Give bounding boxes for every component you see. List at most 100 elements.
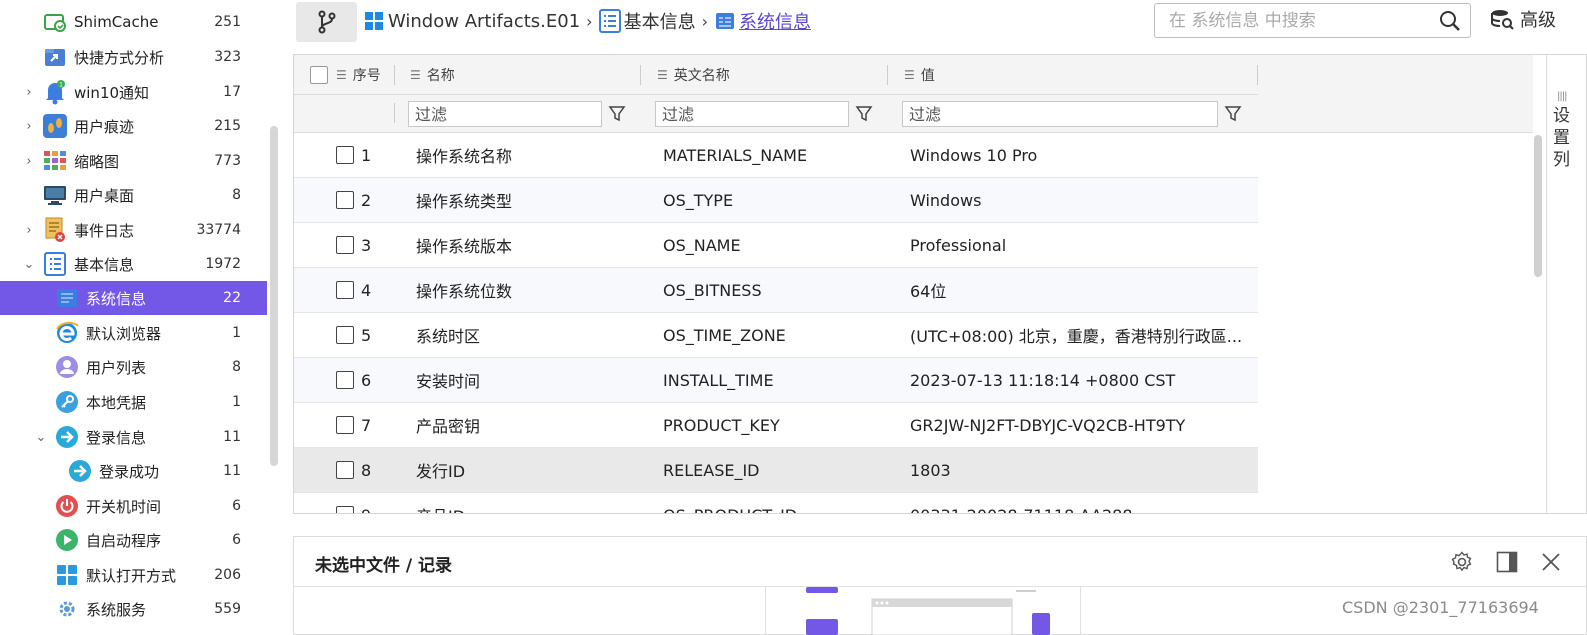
- cell-value: GR2JW-NJ2FT-DBYJC-VQ2CB-HT9TY: [910, 415, 1186, 435]
- close-icon[interactable]: [1538, 549, 1564, 575]
- sidebar-item-event-log[interactable]: › 事件日志 33774: [0, 213, 267, 247]
- list-icon: [598, 9, 621, 33]
- sidebar-item-thumbnails[interactable]: › 缩略图 773: [0, 144, 267, 178]
- column-divider[interactable]: [887, 65, 888, 85]
- chevron-down-icon[interactable]: ⌄: [22, 257, 36, 272]
- advanced-search-button[interactable]: 高级: [1490, 6, 1556, 32]
- sidebar-item-default-open[interactable]: 默认打开方式 206: [0, 558, 267, 592]
- table-row[interactable]: 6 安装时间 INSTALL_TIME 2023-07-13 11:18:14 …: [294, 358, 1258, 403]
- chevron-right-icon[interactable]: ›: [22, 154, 36, 169]
- sidebar-item-label: 本地凭据: [86, 393, 147, 412]
- power-icon: [55, 494, 79, 518]
- cell-en-name: OS_NAME: [663, 235, 741, 255]
- column-header-label: 英文名称: [673, 68, 730, 84]
- sidebar-item-label: 基本信息: [74, 255, 135, 274]
- filter-icon[interactable]: [849, 101, 879, 127]
- sidebar-item-win10-notify[interactable]: › 1 win10通知 17: [0, 75, 267, 109]
- cell-name: 操作系统名称: [416, 147, 513, 166]
- column-header-no[interactable]: ☰ 序号: [336, 55, 381, 95]
- row-checkbox[interactable]: [336, 403, 354, 447]
- branch-button[interactable]: [296, 2, 357, 42]
- sidebar-item-user-traces[interactable]: › 用户痕迹 215: [0, 109, 267, 143]
- sidebar-item-label: win10通知: [74, 83, 150, 102]
- breadcrumb-basic-info[interactable]: 基本信息: [624, 8, 696, 34]
- sidebar-item-login-info[interactable]: ⌄ 登录信息 11: [0, 420, 267, 454]
- settings-icon[interactable]: [1449, 549, 1475, 575]
- sidebar-item-autostart[interactable]: 自启动程序 6: [0, 523, 267, 557]
- sidebar-item-shimcache[interactable]: ShimCache 251: [0, 5, 267, 39]
- column-settings-panel[interactable]: |||| 设置列: [1546, 55, 1586, 513]
- sidebar-item-count: 11: [223, 463, 241, 479]
- table-row[interactable]: 7 产品密钥 PRODUCT_KEY GR2JW-NJ2FT-DBYJC-VQ2…: [294, 403, 1258, 448]
- column-menu-icon: ☰: [657, 68, 668, 82]
- column-header-en-name[interactable]: ☰ 英文名称: [657, 55, 730, 95]
- cell-en-name: OS_TYPE: [663, 190, 734, 210]
- sidebar-item-count: 1: [232, 394, 241, 410]
- row-checkbox[interactable]: [336, 133, 354, 177]
- sidebar-item-local-credentials[interactable]: 本地凭据 1: [0, 385, 267, 419]
- detail-panel: 未选中文件 / 记录: [293, 536, 1587, 635]
- sidebar-item-shortcut[interactable]: 快捷方式分析 323: [0, 40, 267, 74]
- search-icon[interactable]: [1430, 4, 1470, 37]
- header-filler: [1258, 55, 1533, 133]
- row-checkbox[interactable]: [336, 268, 354, 312]
- sidebar-item-login-success[interactable]: 登录成功 11: [0, 454, 267, 488]
- search-input[interactable]: [1169, 10, 1430, 31]
- row-checkbox[interactable]: [336, 178, 354, 222]
- sidebar-item-system-services[interactable]: 系统服务 559: [0, 592, 267, 626]
- sidebar-item-basic-info[interactable]: ⌄ 基本信息 1972: [0, 247, 267, 281]
- cell-value: 2023-07-13 11:18:14 +0800 CST: [910, 370, 1176, 390]
- column-divider[interactable]: [394, 65, 395, 85]
- filter-input-value[interactable]: [902, 101, 1218, 127]
- table-row[interactable]: 5 系统时区 OS_TIME_ZONE (UTC+08:00) 北京，重慶，香港…: [294, 313, 1258, 358]
- column-menu-icon: ☰: [336, 68, 347, 82]
- cell-value: Professional: [910, 235, 1007, 255]
- filter-input-en-name[interactable]: [655, 101, 849, 127]
- column-divider[interactable]: [640, 65, 641, 85]
- row-checkbox[interactable]: [336, 313, 354, 357]
- table-row[interactable]: 9 产品ID OS_PRODUCT_ID 00331-20028-71118-A…: [294, 493, 1258, 513]
- table-row[interactable]: 3 操作系统版本 OS_NAME Professional: [294, 223, 1258, 268]
- table-row[interactable]: 4 操作系统位数 OS_BITNESS 64位: [294, 268, 1258, 313]
- filter-input-name[interactable]: [408, 101, 602, 127]
- row-checkbox[interactable]: [336, 493, 354, 513]
- filter-icon[interactable]: [1218, 101, 1248, 127]
- sidebar-item-default-browser[interactable]: 默认浏览器 1: [0, 316, 267, 350]
- branch-icon: [318, 10, 335, 34]
- chevron-down-icon[interactable]: ⌄: [34, 430, 48, 445]
- row-checkbox[interactable]: [336, 358, 354, 402]
- column-header-name[interactable]: ☰ 名称: [410, 55, 455, 95]
- cell-name: 产品密钥: [416, 417, 481, 436]
- cell-en-name: OS_BITNESS: [663, 280, 762, 300]
- sidebar-item-user-desktop[interactable]: 用户桌面 8: [0, 178, 267, 212]
- breadcrumb-evidence[interactable]: Window Artifacts.E01: [388, 11, 580, 32]
- sidebar-item-count: 33774: [196, 222, 241, 238]
- column-header-value[interactable]: ☰ 值: [904, 55, 935, 95]
- sidebar-scrollbar[interactable]: [270, 126, 278, 466]
- chevron-right-icon[interactable]: ›: [22, 119, 36, 134]
- row-checkbox[interactable]: [336, 223, 354, 267]
- sidebar-item-label: 缩略图: [74, 152, 120, 171]
- sidebar-item-count: 773: [214, 153, 241, 169]
- grid-scrollbar[interactable]: [1534, 135, 1542, 277]
- column-header-label: 值: [920, 68, 935, 84]
- windows-icon: [363, 10, 385, 32]
- panel-toggle-icon[interactable]: [1494, 549, 1520, 575]
- sidebar-item-power-times[interactable]: 开关机时间 6: [0, 489, 267, 523]
- sidebar-item-user-list[interactable]: 用户列表 8: [0, 350, 267, 384]
- gear-icon: [55, 597, 79, 621]
- sidebar-item-label: ShimCache: [74, 13, 159, 31]
- select-all-checkbox[interactable]: [310, 55, 328, 95]
- sidebar-item-system-info[interactable]: 系统信息 22: [0, 281, 267, 315]
- row-checkbox[interactable]: [336, 448, 354, 492]
- table-row[interactable]: 8 发行ID RELEASE_ID 1803: [294, 448, 1258, 493]
- cell-name: 系统时区: [416, 327, 481, 346]
- sidebar-item-label: 用户桌面: [74, 186, 135, 205]
- table-row[interactable]: 1 操作系统名称 MATERIALS_NAME Windows 10 Pro: [294, 133, 1258, 178]
- breadcrumb-current[interactable]: 系统信息: [739, 8, 811, 34]
- filter-icon[interactable]: [602, 101, 632, 127]
- chevron-right-icon[interactable]: ›: [22, 85, 36, 100]
- chevron-right-icon[interactable]: ›: [22, 223, 36, 238]
- table-row[interactable]: 2 操作系统类型 OS_TYPE Windows: [294, 178, 1258, 223]
- cell-no: 4: [361, 280, 372, 300]
